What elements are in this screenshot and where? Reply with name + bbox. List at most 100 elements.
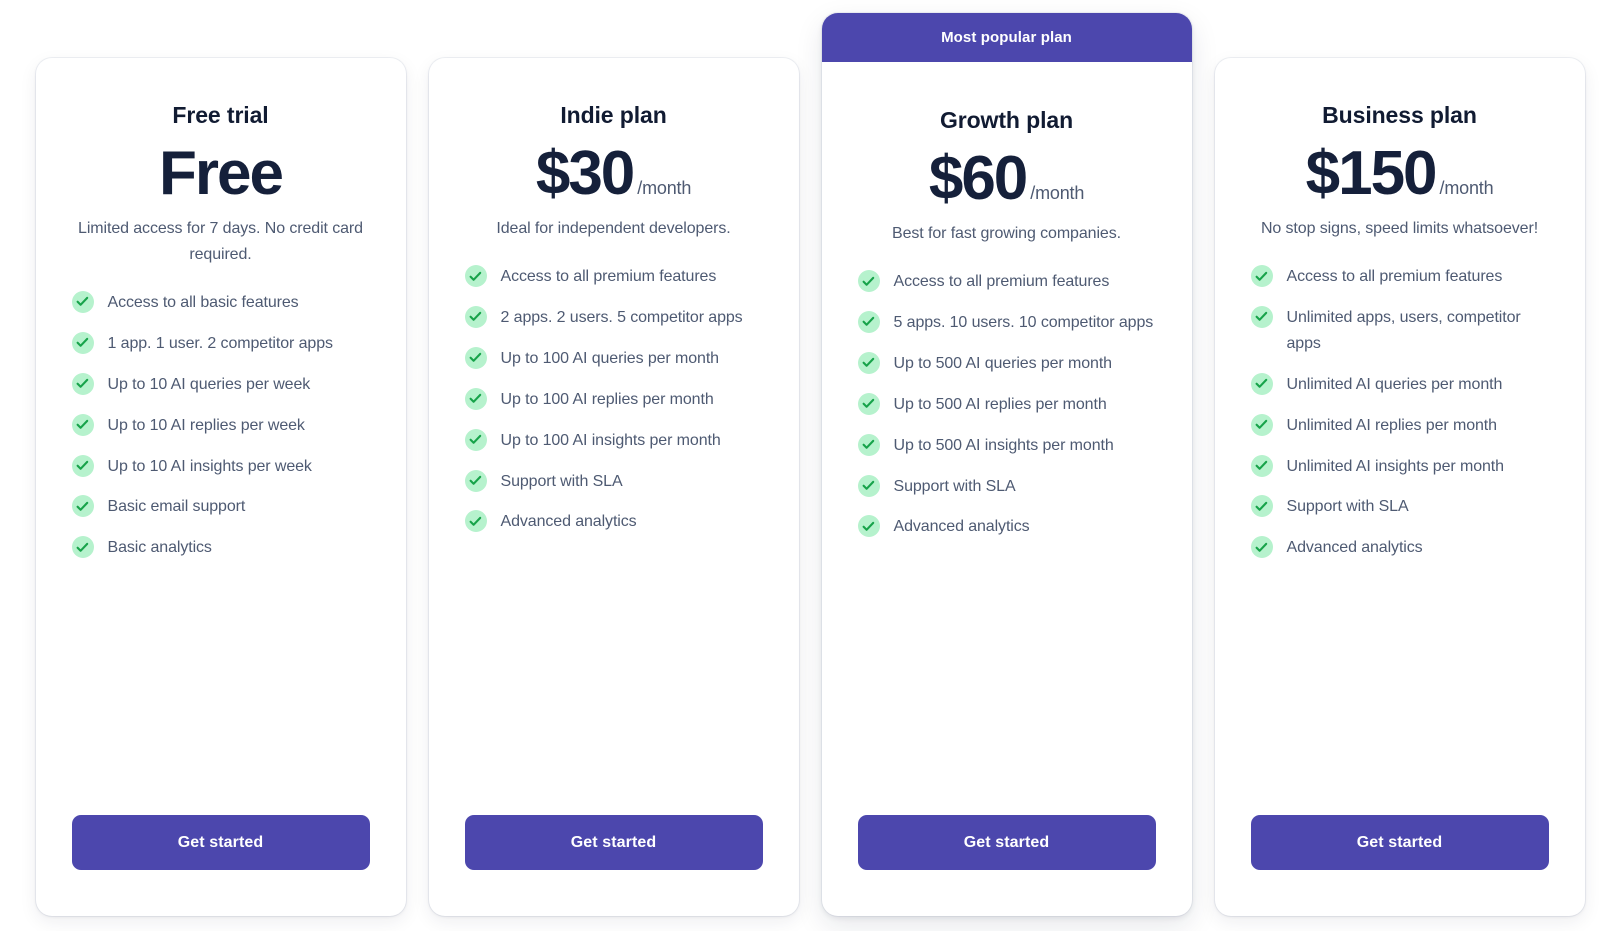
check-icon <box>1250 495 1273 518</box>
feature-item: Advanced analytics <box>1250 535 1549 561</box>
plan-tagline: Best for fast growing companies. <box>892 225 1121 243</box>
check-icon <box>464 305 487 328</box>
feature-item: Up to 10 AI queries per week <box>71 372 370 398</box>
feature-label: Support with SLA <box>1286 498 1409 516</box>
feature-label: Access to all premium features <box>893 273 1110 290</box>
plan-feature-list: Access to all premium features Unlimited … <box>1250 264 1549 561</box>
plan-title: Business plan <box>1322 102 1477 128</box>
plan-cta-wrap: Get started <box>857 815 1156 916</box>
feature-label: Up to 100 AI replies per month <box>500 390 714 408</box>
plan-tagline: Ideal for independent developers. <box>496 220 731 238</box>
check-icon <box>857 474 880 497</box>
plan-title: Growth plan <box>939 107 1074 133</box>
feature-item: Access to all premium features <box>464 264 763 290</box>
feature-item: Support with SLA <box>857 474 1156 500</box>
feature-item: Access to all premium features <box>1250 264 1549 290</box>
check-icon <box>71 290 94 313</box>
plan-feature-list: Access to all premium features 5 apps. 10… <box>857 269 1156 540</box>
feature-item: 1 app. 1 user. 2 competitor apps <box>71 331 370 357</box>
most-popular-badge: Most popular plan <box>821 13 1192 62</box>
feature-item: Advanced analytics <box>857 514 1156 540</box>
feature-item: Advanced analytics <box>464 509 763 535</box>
feature-item: Up to 10 AI insights per week <box>71 454 370 480</box>
feature-label: Access to all premium features <box>500 268 717 285</box>
feature-item: Up to 500 AI insights per month <box>857 433 1156 459</box>
plan-card-free-trial: Free trial Free Limited access for 7 days.… <box>35 58 406 916</box>
feature-label: Advanced analytics <box>1286 539 1423 557</box>
feature-item: Support with SLA <box>464 469 763 495</box>
get-started-button[interactable]: Get started <box>1250 815 1549 870</box>
check-icon <box>464 510 487 533</box>
feature-item: Unlimited AI insights per month <box>1250 454 1549 480</box>
feature-item: 5 apps. 10 users. 10 competitor apps <box>857 310 1156 336</box>
plan-card-business-plan: Business plan $150/month No stop signs, sp… <box>1214 58 1585 916</box>
check-icon <box>464 428 487 451</box>
check-icon <box>857 270 880 292</box>
check-icon <box>71 331 94 354</box>
check-icon <box>71 454 94 477</box>
plan-title: Free trial <box>172 102 269 128</box>
feature-item: Basic analytics <box>71 535 370 561</box>
get-started-button[interactable]: Get started <box>464 815 763 870</box>
plan-cta-wrap: Get started <box>464 815 763 916</box>
check-icon <box>71 372 94 395</box>
feature-label: 2 apps. 2 users. 5 competitor apps <box>500 308 743 326</box>
feature-label: Basic analytics <box>107 539 212 557</box>
feature-label: Up to 500 AI replies per month <box>893 395 1107 413</box>
check-icon <box>1250 536 1273 559</box>
check-icon <box>857 351 880 374</box>
check-icon <box>464 387 487 410</box>
plan-price-row: Free <box>72 141 370 206</box>
feature-item: Up to 500 AI replies per month <box>857 392 1156 418</box>
feature-label: Up to 500 AI insights per month <box>893 436 1114 454</box>
check-icon <box>1250 372 1273 395</box>
plan-price-period: /month <box>637 178 692 198</box>
check-icon <box>857 515 880 538</box>
check-icon <box>857 392 880 415</box>
check-icon <box>1250 413 1273 436</box>
get-started-button[interactable]: Get started <box>71 815 370 870</box>
plan-cta-wrap: Get started <box>71 815 370 916</box>
feature-label: Unlimited apps, users, competitor apps <box>1286 308 1521 352</box>
feature-label: Access to all premium features <box>1286 268 1503 285</box>
feature-item: Access to all premium features <box>857 269 1156 295</box>
feature-item: Access to all basic features <box>71 290 370 316</box>
plan-price-period: /month <box>1030 183 1085 203</box>
feature-item: Basic email support <box>71 494 370 520</box>
plan-tagline: Limited access for 7 days. No credit car… <box>78 220 363 263</box>
check-icon <box>71 536 94 559</box>
feature-label: Up to 100 AI insights per month <box>500 431 721 449</box>
feature-label: Up to 100 AI queries per month <box>500 349 720 367</box>
plan-price-row: $30/month <box>465 141 763 206</box>
feature-label: Up to 500 AI queries per month <box>893 354 1113 372</box>
check-icon <box>857 433 880 456</box>
feature-label: Up to 10 AI insights per week <box>107 457 312 475</box>
check-icon <box>464 469 487 492</box>
feature-item: Up to 10 AI replies per week <box>71 413 370 439</box>
feature-item: Up to 100 AI replies per month <box>464 387 763 413</box>
check-icon <box>1250 265 1273 287</box>
check-icon <box>71 495 94 518</box>
feature-label: Advanced analytics <box>500 513 637 531</box>
feature-item: 2 apps. 2 users. 5 competitor apps <box>464 305 763 331</box>
feature-label: 1 app. 1 user. 2 competitor apps <box>107 334 333 352</box>
check-icon <box>857 310 880 333</box>
plan-feature-list: Access to all premium features 2 apps. 2 … <box>464 264 763 535</box>
plan-price-amount: $30 <box>535 139 635 208</box>
plan-price-amount: $60 <box>928 144 1028 213</box>
feature-label: Unlimited AI insights per month <box>1286 457 1505 475</box>
feature-label: Unlimited AI queries per month <box>1286 375 1503 393</box>
check-icon <box>464 265 487 287</box>
plan-price-row: $60/month <box>858 146 1156 211</box>
plan-price-amount: $150 <box>1305 139 1438 208</box>
check-icon <box>1250 454 1273 477</box>
feature-item: Up to 100 AI insights per month <box>464 428 763 454</box>
feature-item: Support with SLA <box>1250 494 1549 520</box>
feature-item: Unlimited apps, users, competitor apps <box>1250 305 1549 357</box>
check-icon <box>71 413 94 436</box>
get-started-button[interactable]: Get started <box>857 815 1156 870</box>
feature-label: Up to 10 AI queries per week <box>107 375 311 393</box>
plan-feature-list: Access to all basic features 1 app. 1 use… <box>71 290 370 561</box>
plan-card-growth-plan: Most popular plan Growth plan $60/month Bes… <box>821 13 1192 916</box>
check-icon <box>1250 305 1273 328</box>
